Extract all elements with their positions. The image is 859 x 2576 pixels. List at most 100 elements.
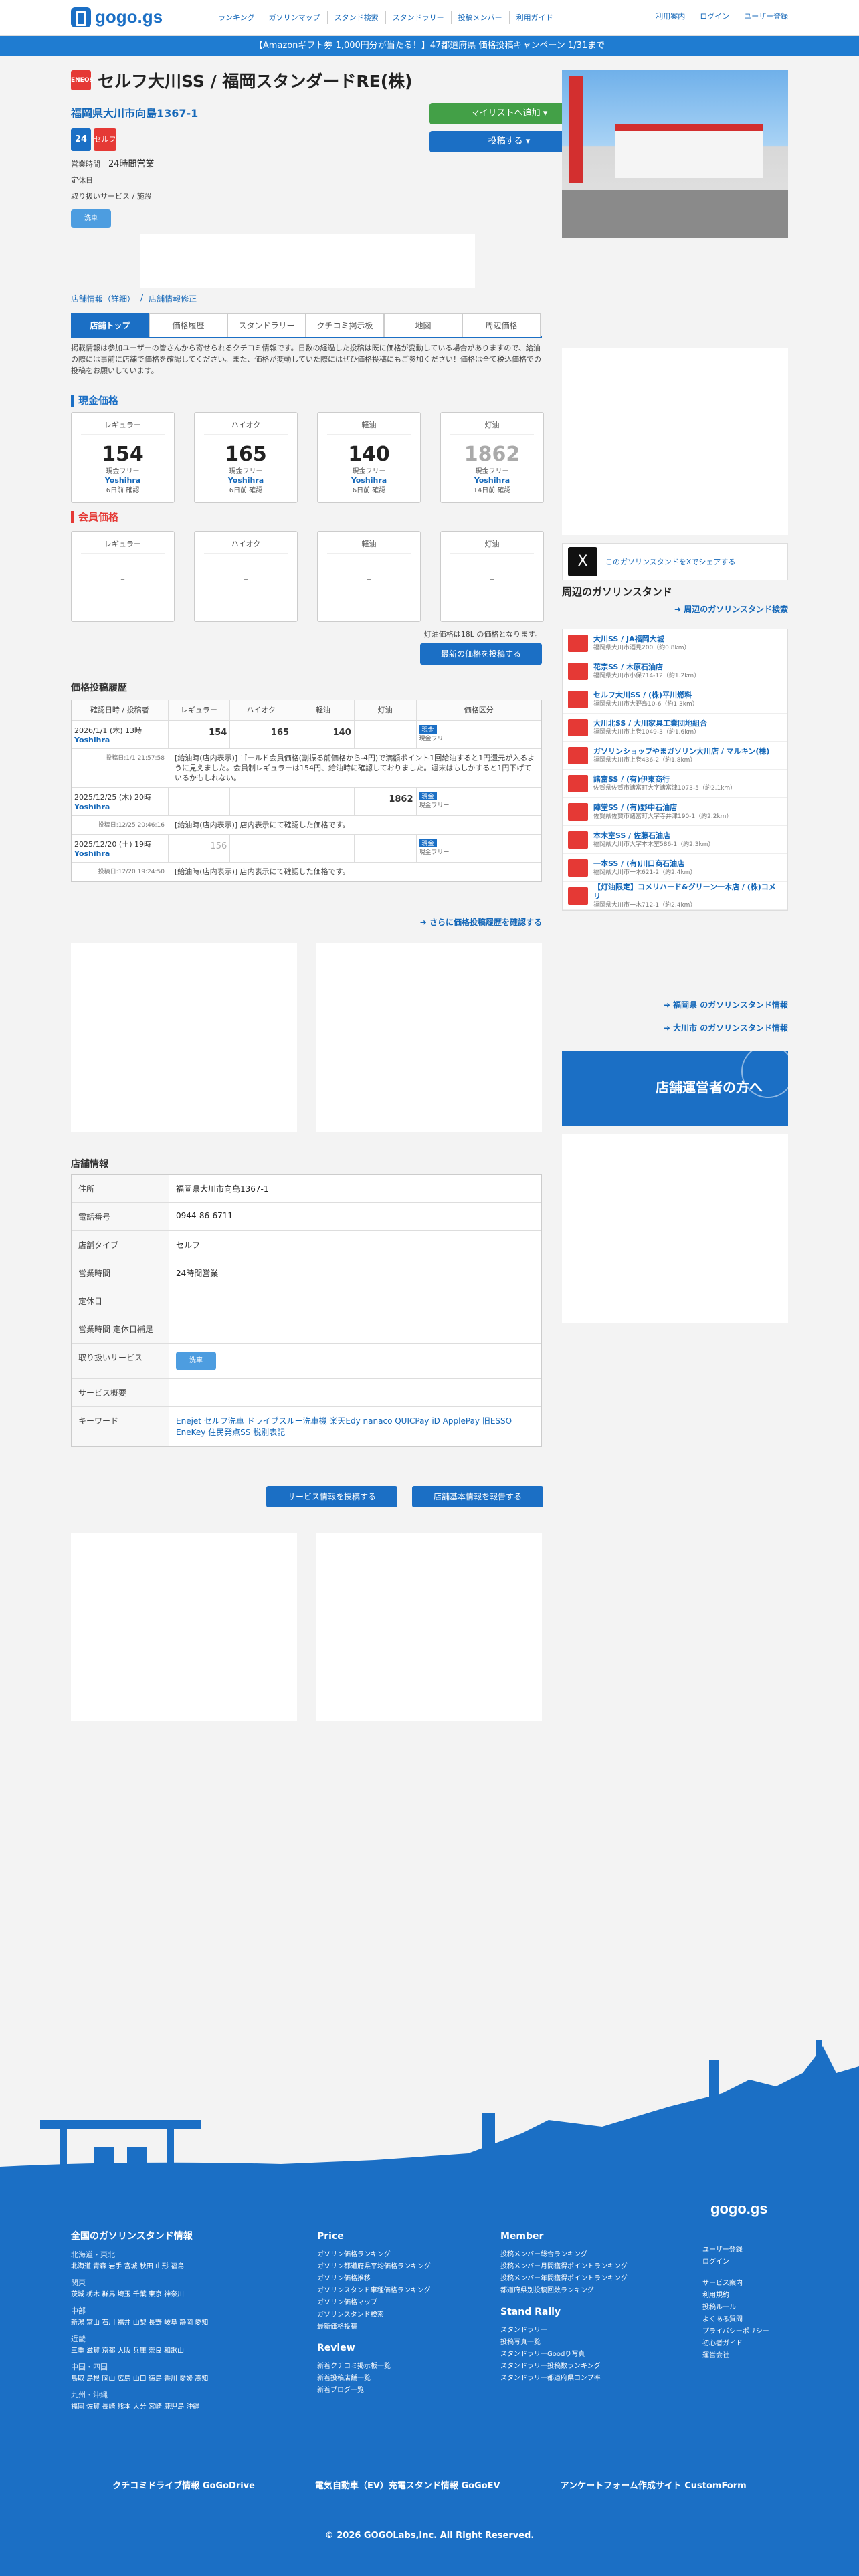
nearby-station[interactable]: 【灯油限定】コメリハード&グリーン一木店 / (株)コメリ 福岡県大川市一木712… xyxy=(563,882,787,910)
footer-info-link[interactable]: 初心者ガイド xyxy=(702,2338,796,2350)
history-user[interactable]: Yoshihra xyxy=(74,802,165,811)
history-user[interactable]: Yoshihra xyxy=(74,736,165,744)
region-prefectures[interactable]: 鳥取 島根 岡山 広島 山口 徳島 香川 愛媛 高知 xyxy=(71,2373,285,2385)
footer-review-link[interactable]: 新着クチコミ掲示板一覧 xyxy=(317,2361,471,2373)
footer-account-link[interactable]: ログイン xyxy=(702,2256,796,2268)
campaign-banner[interactable]: 【Amazonギフト券 1,000円分が当たる！】47都道府県 価格投稿キャンペ… xyxy=(0,36,859,56)
price-type-text: 現金フリー xyxy=(419,849,450,856)
poster-name[interactable]: Yoshihra xyxy=(441,476,543,485)
region-prefectures[interactable]: 新潟 富山 石川 福井 山梨 長野 岐阜 静岡 愛知 xyxy=(71,2317,285,2329)
register-link[interactable]: ユーザー登録 xyxy=(744,11,788,21)
gogoev-link[interactable]: 電気自動車（EV）充電スタンド情報 GoGoEV xyxy=(315,2478,500,2491)
cash-price-title: 現金価格 xyxy=(71,395,118,407)
footer-info-link[interactable]: 運営会社 xyxy=(702,2350,796,2362)
footer-price-link[interactable]: ガソリンスタンド車種価格ランキング xyxy=(317,2285,471,2297)
nav-rally[interactable]: スタンドラリー xyxy=(386,11,452,24)
station-photo[interactable] xyxy=(562,70,788,238)
nearby-station-name[interactable]: セルフ大川SS / (株)平川燃料 xyxy=(593,691,698,700)
nearby-station-name[interactable]: 大川北SS / 大川家具工業団地組合 xyxy=(593,719,707,728)
nav-ranking[interactable]: ランキング xyxy=(211,11,262,24)
footer-price-link[interactable]: ガソリン価格ランキング xyxy=(317,2249,471,2261)
nearby-station[interactable]: 陣堂SS / (有)野中石油店 佐賀県佐賀市諸富町大字寺井津190-1（約2.2k… xyxy=(563,798,787,826)
usage-link[interactable]: 利用案内 xyxy=(656,11,685,21)
footer-account-link[interactable]: ユーザー登録 xyxy=(702,2244,796,2256)
nearby-station-name[interactable]: 陣堂SS / (有)野中石油店 xyxy=(593,803,732,813)
footer-rally-link[interactable]: スタンドラリー都道府県コンプ率 xyxy=(500,2373,674,2385)
region-prefectures[interactable]: 三重 滋賀 京都 大阪 兵庫 奈良 和歌山 xyxy=(71,2345,285,2357)
tab-top[interactable]: 店舗トップ xyxy=(71,313,149,337)
gogodrive-link[interactable]: クチコミドライブ情報 GoGoDrive xyxy=(112,2478,255,2491)
poster-name[interactable]: Yoshihra xyxy=(318,476,420,485)
nearby-station-name[interactable]: 本木室SS / 佐藤石油店 xyxy=(593,831,714,841)
footer-review-link[interactable]: 新着投稿店舗一覧 xyxy=(317,2373,471,2385)
fuel-label: ハイオク xyxy=(204,538,288,554)
footer-member-link[interactable]: 投稿メンバー総合ランキング xyxy=(500,2249,674,2261)
footer-info-link[interactable]: よくある質問 xyxy=(702,2314,796,2326)
share-x[interactable]: X このガソリンスタンドをXでシェアする xyxy=(562,543,788,580)
footer-price-link[interactable]: ガソリン価格推移 xyxy=(317,2273,471,2285)
crumb-edit[interactable]: 店舗情報修正 xyxy=(149,293,197,304)
login-link[interactable]: ログイン xyxy=(700,11,729,21)
footer-info-link[interactable]: サービス案内 xyxy=(702,2278,796,2290)
region-prefectures[interactable]: 茨城 栃木 群馬 埼玉 千葉 東京 神奈川 xyxy=(71,2289,285,2301)
poster-name[interactable]: Yoshihra xyxy=(195,476,297,485)
nearby-station[interactable]: 花宗SS / 木原石油店 福岡県大川市小保714-12（約1.2km） xyxy=(563,657,787,685)
footer-info-link[interactable]: 利用規約 xyxy=(702,2290,796,2302)
region-prefectures[interactable]: 福岡 佐賀 長崎 熊本 大分 宮崎 鹿児島 沖縄 xyxy=(71,2401,285,2413)
nav-map[interactable]: ガソリンマップ xyxy=(262,11,328,24)
crumb-detail[interactable]: 店舗情報（詳細） xyxy=(71,293,135,304)
footer-review-link[interactable]: 新着ブログ一覧 xyxy=(317,2385,471,2397)
more-history-link[interactable]: ➜ さらに価格投稿履歴を確認する xyxy=(71,916,542,928)
city-link[interactable]: ➜ 大川市 のガソリンスタンド情報 xyxy=(562,1022,788,1033)
station-summary: ENEOS セルフ大川SS / 福岡スタンダードRE(株) 福岡県大川市向島13… xyxy=(71,64,589,228)
footer-price-link[interactable]: ガソリンスタンド検索 xyxy=(317,2309,471,2321)
owner-banner[interactable]: 店舗運営者の方へ xyxy=(562,1051,788,1126)
footer-member-link[interactable]: 投稿メンバー月間獲得ポイントランキング xyxy=(500,2261,674,2273)
footer-price-link[interactable]: ガソリン都道府県平均価格ランキング xyxy=(317,2261,471,2273)
nearby-station-address: 福岡県大川市上巻436-2（約1.8km） xyxy=(593,756,696,764)
tab-map[interactable]: 地図 xyxy=(384,313,462,337)
pref-link[interactable]: ➜ 福岡県 のガソリンスタンド情報 xyxy=(562,999,788,1010)
nearby-station-name[interactable]: 大川SS / JA福岡大城 xyxy=(593,635,690,644)
nearby-station-name[interactable]: 一本SS / (有)川口商石油店 xyxy=(593,859,696,869)
nearby-station[interactable]: 一本SS / (有)川口商石油店 福岡県大川市一木621-2（約2.4km） xyxy=(563,854,787,882)
history-user[interactable]: Yoshihra xyxy=(74,849,165,858)
footer-price-link[interactable]: 最新価格投稿 xyxy=(317,2321,471,2333)
nearby-station[interactable]: 本木室SS / 佐藤石油店 福岡県大川市大字本木室586-1（約2.3km） xyxy=(563,826,787,854)
nearby-station-name[interactable]: 花宗SS / 木原石油店 xyxy=(593,663,700,672)
tab-nearby-prices[interactable]: 周辺価格 xyxy=(462,313,541,337)
footer-rally-link[interactable]: スタンドラリー投稿数ランキング xyxy=(500,2361,674,2373)
post-service-button[interactable]: サービス情報を投稿する xyxy=(266,1486,397,1507)
nav-members[interactable]: 投稿メンバー xyxy=(452,11,510,24)
nav-guide[interactable]: 利用ガイド xyxy=(510,11,560,24)
footer-info-link[interactable]: 投稿ルール xyxy=(702,2302,796,2314)
customform-link[interactable]: アンケートフォーム作成サイト CustomForm xyxy=(561,2478,747,2491)
nav-search[interactable]: スタンド検索 xyxy=(328,11,386,24)
site-logo[interactable]: gogo.gs xyxy=(71,7,163,27)
footer-rally-link[interactable]: 投稿写真一覧 xyxy=(500,2337,674,2349)
store-info-value[interactable]: Enejet セルフ洗車 ドライブスルー洗車機 楽天Edy nanaco QUI… xyxy=(169,1407,541,1446)
nearby-station[interactable]: 大川SS / JA福岡大城 福岡県大川市酒見200（約0.8km） xyxy=(563,629,787,657)
nearby-station-name[interactable]: ガソリンショップやまガソリン大川店 / マルキン(株) xyxy=(593,747,769,756)
region-prefectures[interactable]: 北海道 青森 岩手 宮城 秋田 山形 福島 xyxy=(71,2261,285,2273)
report-info-button[interactable]: 店舗基本情報を報告する xyxy=(412,1486,543,1507)
tab-board[interactable]: クチコミ掲示板 xyxy=(306,313,384,337)
nearby-search-link[interactable]: ➜ 周辺のガソリンスタンド検索 xyxy=(562,603,788,615)
footer-rally-link[interactable]: スタンドラリーGoodり写真 xyxy=(500,2349,674,2361)
footer-price-link[interactable]: ガソリン価格マップ xyxy=(317,2297,471,2309)
footer-logo[interactable]: gogo.gs xyxy=(710,2200,768,2218)
nearby-station[interactable]: セルフ大川SS / (株)平川燃料 福岡県大川市大野島10-6（約1.3km） xyxy=(563,685,787,714)
post-latest-price-button[interactable]: 最新の価格を投稿する xyxy=(420,643,542,665)
nearby-station[interactable]: 諸富SS / (有)伊東商行 佐賀県佐賀市諸富町大字諸富津1073-5（約2.1k… xyxy=(563,770,787,798)
footer-info-link[interactable]: プライバシーポリシー xyxy=(702,2326,796,2338)
footer-member-link[interactable]: 投稿メンバー年間獲得ポイントランキング xyxy=(500,2273,674,2285)
poster-name[interactable]: Yoshihra xyxy=(72,476,174,485)
footer-member-link[interactable]: 都道府県別投稿回数ランキング xyxy=(500,2285,674,2297)
nearby-station[interactable]: 大川北SS / 大川家具工業団地組合 福岡県大川市上巻1049-3（約1.6km） xyxy=(563,714,787,742)
nearby-station-name[interactable]: 【灯油限定】コメリハード&グリーン一木店 / (株)コメリ xyxy=(593,883,782,901)
nearby-station[interactable]: ガソリンショップやまガソリン大川店 / マルキン(株) 福岡県大川市上巻436-2… xyxy=(563,742,787,770)
nearby-station-name[interactable]: 諸富SS / (有)伊東商行 xyxy=(593,775,736,784)
tab-price-history[interactable]: 価格履歴 xyxy=(149,313,227,337)
footer-rally-link[interactable]: スタンドラリー xyxy=(500,2325,674,2337)
tab-rally[interactable]: スタンドラリー xyxy=(227,313,306,337)
